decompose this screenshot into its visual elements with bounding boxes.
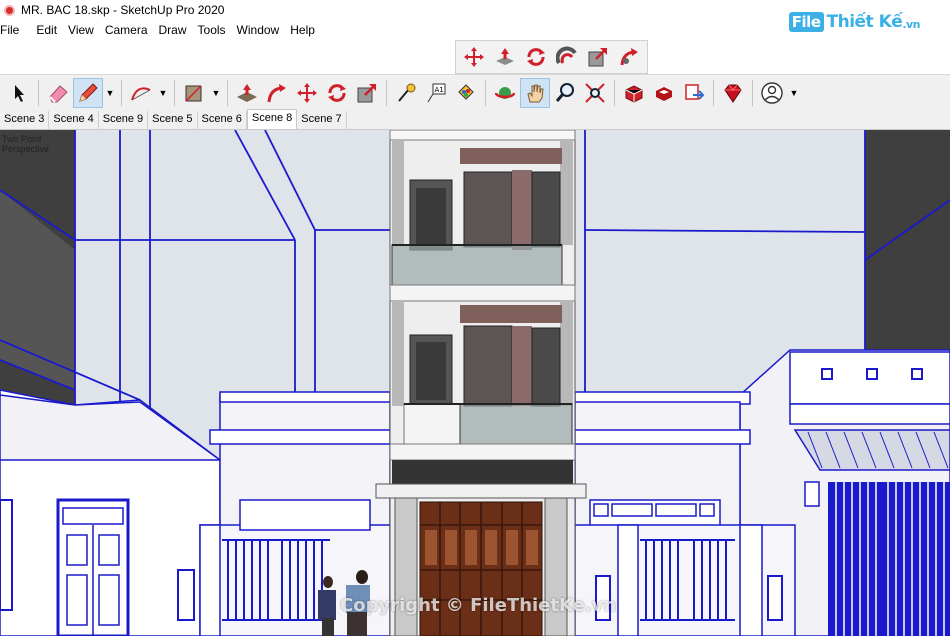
model-drawing <box>0 130 950 636</box>
main-toolbar: ▼ ▼ ▼ A1 ▼ <box>0 74 950 110</box>
copyright-watermark: Copyright © FileThietKe.vn <box>340 595 617 616</box>
logo-name: Thiết Kế <box>826 12 903 32</box>
toolbar-separator <box>174 79 175 106</box>
camera-label: Two Point Perspective <box>2 134 50 154</box>
menu-view[interactable]: View <box>68 23 102 37</box>
logo-tag: File <box>788 12 824 32</box>
3d-warehouse-icon[interactable] <box>619 78 649 108</box>
svg-text:A1: A1 <box>435 86 444 94</box>
menu-help[interactable]: Help <box>290 23 323 37</box>
extension-warehouse-icon[interactable] <box>649 78 679 108</box>
chevron-down-icon[interactable]: ▼ <box>103 78 117 108</box>
logo-tld: .vn <box>902 18 920 31</box>
menu-draw[interactable]: Draw <box>159 23 195 37</box>
rotate-icon[interactable] <box>522 43 550 71</box>
move-icon[interactable] <box>292 78 322 108</box>
chevron-down-icon[interactable]: ▼ <box>156 78 170 108</box>
scene-tabs: Scene 3 Scene 4 Scene 9 Scene 5 Scene 6 … <box>0 109 950 130</box>
select-icon[interactable] <box>4 78 34 108</box>
send-to-layout-icon[interactable] <box>679 78 709 108</box>
text-icon[interactable]: A1 <box>421 78 451 108</box>
tab-scene-4[interactable]: Scene 4 <box>49 111 99 129</box>
filethietke-logo: File Thiết Kế .vn <box>788 12 920 32</box>
tab-scene-9[interactable]: Scene 9 <box>99 111 149 129</box>
model-viewport[interactable]: Two Point Perspective Copyright © FileTh… <box>0 130 950 636</box>
toolbar-separator <box>713 79 714 106</box>
menu-bar: File Edit View Camera Draw Tools Window … <box>0 20 760 40</box>
eraser-icon[interactable] <box>43 78 73 108</box>
toolbar-separator <box>614 79 615 106</box>
tab-scene-5[interactable]: Scene 5 <box>148 111 198 129</box>
offset-icon[interactable] <box>553 43 581 71</box>
sketchup-app-icon <box>4 4 15 16</box>
toolbar-separator <box>38 79 39 106</box>
move-icon[interactable] <box>460 43 488 71</box>
ruby-icon[interactable] <box>718 78 748 108</box>
push-pull-icon[interactable] <box>491 43 519 71</box>
menu-camera[interactable]: Camera <box>105 23 156 37</box>
toolbar-separator <box>485 79 486 106</box>
chevron-down-icon[interactable]: ▼ <box>787 78 801 108</box>
toolbar-separator <box>121 79 122 106</box>
rotate-icon[interactable] <box>322 78 352 108</box>
pencil-icon[interactable] <box>73 77 103 108</box>
window-title: MR. BAC 18.skp - SketchUp Pro 2020 <box>21 3 225 17</box>
toolbar-separator <box>752 79 753 106</box>
scale-icon[interactable] <box>352 78 382 108</box>
zoom-icon[interactable] <box>550 78 580 108</box>
toolbar-separator <box>386 79 387 106</box>
account-icon[interactable] <box>757 78 787 108</box>
tab-scene-7[interactable]: Scene 7 <box>297 111 347 129</box>
menu-window[interactable]: Window <box>237 23 288 37</box>
follow-me-icon[interactable] <box>615 43 643 71</box>
tab-scene-8[interactable]: Scene 8 <box>246 109 298 129</box>
tab-scene-6[interactable]: Scene 6 <box>198 111 247 129</box>
floating-toolbar <box>455 40 648 74</box>
paint-bucket-icon[interactable] <box>451 78 481 108</box>
orbit-icon[interactable] <box>490 78 520 108</box>
pan-icon[interactable] <box>520 77 550 108</box>
arc-icon[interactable] <box>126 78 156 108</box>
tape-measure-icon[interactable] <box>391 78 421 108</box>
tab-scene-3[interactable]: Scene 3 <box>0 111 50 129</box>
menu-edit[interactable]: Edit <box>36 23 65 37</box>
follow-me-icon[interactable] <box>262 78 292 108</box>
rectangle-icon[interactable] <box>179 78 209 108</box>
toolbar-separator <box>227 79 228 106</box>
push-pull-icon[interactable] <box>232 78 262 108</box>
scale-icon[interactable] <box>584 43 612 71</box>
menu-file[interactable]: File <box>0 23 27 37</box>
zoom-extents-icon[interactable] <box>580 78 610 108</box>
chevron-down-icon[interactable]: ▼ <box>209 78 223 108</box>
menu-tools[interactable]: Tools <box>198 23 234 37</box>
